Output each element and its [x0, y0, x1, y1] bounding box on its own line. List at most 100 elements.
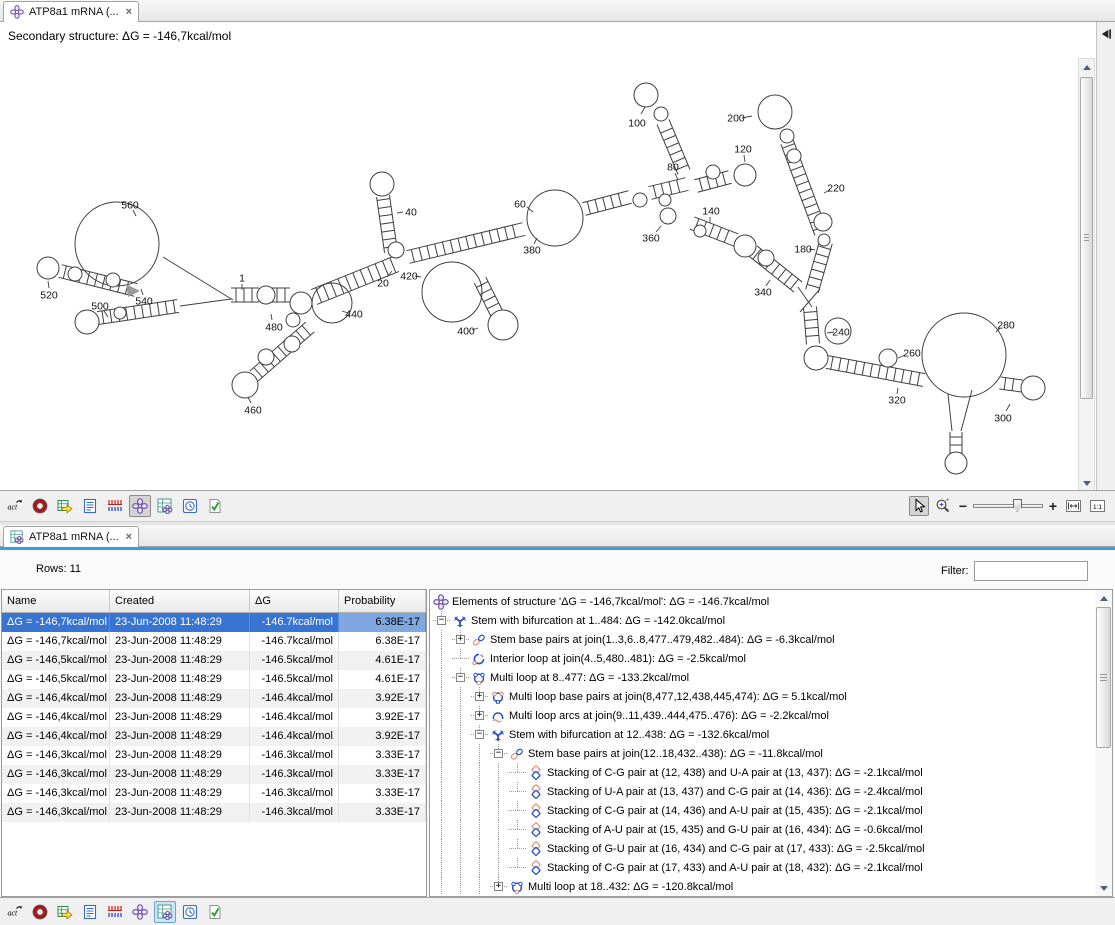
table-cell: -146.4kcal/mol — [250, 727, 339, 746]
tree-item[interactable]: −Stem with bifurcation at 1..484: ΔG = -… — [432, 611, 1094, 630]
scrollbar-track[interactable] — [1095, 606, 1112, 880]
table-row[interactable]: ΔG = -146,4kcal/mol23-Jun-2008 11:48:29-… — [2, 689, 426, 708]
tree-item[interactable]: −Stem with bifurcation at 12..438: ΔG = … — [432, 725, 1094, 744]
scroll-down-button[interactable] — [1095, 880, 1112, 896]
actual-size-button[interactable] — [1087, 496, 1107, 516]
table-row[interactable]: ΔG = -146,3kcal/mol23-Jun-2008 11:48:29-… — [2, 784, 426, 803]
column-header-2[interactable]: Created — [110, 590, 250, 612]
table-row[interactable]: ΔG = -146,5kcal/mol23-Jun-2008 11:48:29-… — [2, 670, 426, 689]
table-cell: ΔG = -146,7kcal/mol — [2, 613, 110, 632]
tree-item[interactable]: Elements of structure 'ΔG = -146,7kcal/m… — [432, 592, 1094, 611]
side-panel-toggle-icon[interactable] — [1100, 27, 1113, 41]
table-row[interactable]: ΔG = -146,3kcal/mol23-Jun-2008 11:48:29-… — [2, 803, 426, 822]
column-header-4[interactable]: Probability — [339, 590, 426, 612]
tool-report-icon[interactable] — [204, 901, 226, 923]
zoom-slider-thumb[interactable] — [1013, 499, 1022, 512]
scroll-down-button[interactable] — [1079, 475, 1094, 491]
zoom-slider-track[interactable] — [973, 504, 1043, 508]
table-row[interactable]: ΔG = -146,4kcal/mol23-Jun-2008 11:48:29-… — [2, 727, 426, 746]
tree-item[interactable]: Stacking of U-A pair at (13, 437) and C-… — [432, 782, 1094, 801]
zoom-in-button[interactable]: + — [1047, 498, 1059, 514]
tree-item[interactable]: Stacking of A-U pair at (15, 435) and G-… — [432, 820, 1094, 839]
tool-sequence-icon[interactable] — [4, 901, 26, 923]
svg-text:460: 460 — [244, 405, 262, 417]
tree-item[interactable]: +Multi loop base pairs at join(8,477,12,… — [432, 687, 1094, 706]
tool-alignment-icon[interactable] — [104, 495, 126, 517]
tree-connector — [508, 801, 527, 820]
tree-item[interactable]: Stacking of C-G pair at (12, 438) and U-… — [432, 763, 1094, 782]
tree-guide — [451, 763, 470, 782]
structure-view-canvas[interactable]: Secondary structure: ΔG = -146,7kcal/mol… — [0, 22, 1096, 490]
zoom-tool-icon[interactable] — [933, 496, 953, 516]
stem-bif-icon — [452, 613, 468, 629]
fit-width-button[interactable] — [1063, 496, 1083, 516]
tree-item[interactable]: +Multi loop at 18..432: ΔG = -120.8kcal/… — [432, 877, 1094, 895]
tree-minus-toggle[interactable]: − — [494, 749, 503, 758]
tool-text-icon[interactable] — [79, 901, 101, 923]
tree-item[interactable]: Stacking of C-G pair at (14, 436) and A-… — [432, 801, 1094, 820]
scrollbar-thumb[interactable] — [1096, 607, 1111, 748]
tool-history-icon[interactable] — [179, 901, 201, 923]
table-row[interactable]: ΔG = -146,4kcal/mol23-Jun-2008 11:48:29-… — [2, 708, 426, 727]
column-header-1[interactable]: Name — [2, 590, 110, 612]
pointer-tool-icon[interactable] — [909, 496, 929, 516]
tool-structure-icon[interactable] — [129, 495, 151, 517]
tool-table-export-icon[interactable] — [54, 901, 76, 923]
tool-circular-icon[interactable] — [29, 901, 51, 923]
table-row[interactable]: ΔG = -146,3kcal/mol23-Jun-2008 11:48:29-… — [2, 746, 426, 765]
tree-plus-toggle[interactable]: + — [494, 882, 503, 891]
tool-sequence-icon[interactable] — [4, 495, 26, 517]
tree-guide — [451, 725, 470, 744]
tab-atp8a1-structure[interactable]: ATP8a1 mRNA (... × — [3, 1, 139, 22]
scroll-up-button[interactable] — [1095, 590, 1112, 606]
tree-item[interactable]: Stacking of G-U pair at (16, 434) and C-… — [432, 839, 1094, 858]
table-cell: ΔG = -146,7kcal/mol — [2, 632, 110, 651]
rna-structure-drawing[interactable]: 1204060801001201401802002202402602803003… — [0, 22, 1077, 490]
tree-item[interactable]: Interior loop at join(4..5,480..481): ΔG… — [432, 649, 1094, 668]
tree-plus-toggle[interactable]: + — [475, 711, 484, 720]
scroll-up-button[interactable] — [1079, 59, 1094, 75]
filter-label: Filter: — [941, 565, 969, 577]
tree-plus-toggle[interactable]: + — [456, 635, 465, 644]
tree-minus-toggle[interactable]: − — [437, 616, 446, 625]
filter-input[interactable] — [974, 561, 1088, 581]
tool-history-icon[interactable] — [179, 495, 201, 517]
zoom-slider[interactable] — [973, 499, 1043, 513]
tree-item[interactable]: +Multi loop arcs at join(9..11,439..444,… — [432, 706, 1094, 725]
table-row[interactable]: ΔG = -146,3kcal/mol23-Jun-2008 11:48:29-… — [2, 765, 426, 784]
structure-vertical-scrollbar[interactable] — [1078, 58, 1095, 492]
tool-circular-icon[interactable] — [29, 495, 51, 517]
tree-item-label: Stacking of C-G pair at (17, 433) and A-… — [547, 862, 923, 874]
tab-atp8a1-table[interactable]: ATP8a1 mRNA (... × — [3, 526, 139, 547]
tool-report-icon[interactable] — [204, 495, 226, 517]
svg-text:500: 500 — [91, 301, 109, 313]
tool-text-icon[interactable] — [79, 495, 101, 517]
table-row[interactable]: ΔG = -146,7kcal/mol23-Jun-2008 11:48:29-… — [2, 632, 426, 651]
tree-item-label: Stem base pairs at join(12..18,432..438)… — [528, 748, 823, 760]
tab-close-icon[interactable]: × — [126, 531, 132, 543]
tree-minus-toggle[interactable]: − — [456, 673, 465, 682]
tree-minus-toggle[interactable]: − — [475, 730, 484, 739]
tool-structure-table-icon[interactable] — [154, 901, 176, 923]
tree-item[interactable]: Stacking of C-G pair at (17, 433) and A-… — [432, 858, 1094, 877]
table-row[interactable]: ΔG = -146,7kcal/mol23-Jun-2008 11:48:29-… — [2, 613, 426, 632]
table-cell: ΔG = -146,3kcal/mol — [2, 765, 110, 784]
column-header-3[interactable]: ΔG — [250, 590, 339, 612]
svg-text:220: 220 — [827, 183, 845, 195]
tool-alignment-icon[interactable] — [104, 901, 126, 923]
table-cell: 23-Jun-2008 11:48:29 — [110, 689, 250, 708]
tree-item[interactable]: −Multi loop at 8..477: ΔG = -133.2kcal/m… — [432, 668, 1094, 687]
scrollbar-track[interactable] — [1079, 75, 1094, 475]
tool-structure-table-icon[interactable] — [154, 495, 176, 517]
tree-item[interactable]: +Stem base pairs at join(1..3,6..8,477..… — [432, 630, 1094, 649]
tree-item-label: Stacking of G-U pair at (16, 434) and C-… — [547, 843, 925, 855]
tree-vertical-scrollbar[interactable] — [1095, 590, 1112, 896]
tool-table-export-icon[interactable] — [54, 495, 76, 517]
scrollbar-thumb[interactable] — [1080, 77, 1093, 399]
tab-close-icon[interactable]: × — [126, 6, 132, 18]
tree-item[interactable]: − Stem base pairs at join(12..18,432..438… — [432, 744, 1094, 763]
table-row[interactable]: ΔG = -146,5kcal/mol23-Jun-2008 11:48:29-… — [2, 651, 426, 670]
zoom-out-button[interactable]: − — [957, 498, 969, 514]
tool-structure-icon[interactable] — [129, 901, 151, 923]
tree-plus-toggle[interactable]: + — [475, 692, 484, 701]
